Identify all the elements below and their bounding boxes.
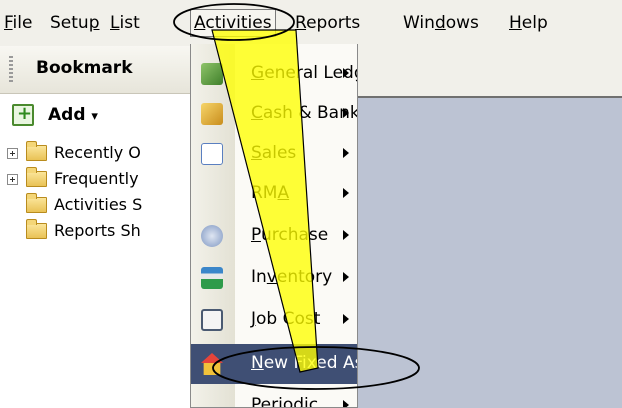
expand-icon[interactable]: [7, 174, 18, 185]
folder-icon: [26, 141, 47, 161]
menu-reports-label: eports: [306, 13, 361, 33]
expand-icon[interactable]: [7, 148, 18, 159]
menu-file-mnemonic: F: [4, 13, 13, 33]
menu-item-inventory[interactable]: Inventory: [191, 258, 357, 298]
menu-file[interactable]: File: [1, 9, 35, 37]
folder-icon: [26, 167, 47, 187]
menu-setup[interactable]: Setup: [47, 9, 103, 37]
menu-item-label: Inventory: [251, 267, 332, 287]
menu-activities-mnemonic: A: [194, 13, 206, 33]
menu-item-periodic[interactable]: Periodic: [191, 386, 357, 408]
activities-dropdown-menu: General Ledger Cash & Bank Sales RMA Pur…: [190, 44, 358, 408]
menu-setup-mnemonic: p: [88, 13, 100, 33]
menu-item-cash-bank[interactable]: Cash & Bank: [191, 94, 357, 134]
submenu-arrow-icon: [343, 188, 349, 198]
inventory-icon: [201, 267, 223, 289]
bookmark-panel: Bookmark Add ▾ Recently O Frequently Act…: [0, 46, 192, 408]
menu-item-text: ob Cost: [256, 309, 321, 329]
chevron-down-icon: ▾: [91, 109, 98, 124]
mnemonic-letter: G: [251, 63, 265, 83]
house-icon: [201, 353, 223, 375]
menu-setup-label: Setu: [50, 13, 89, 33]
menu-windows-mnemonic: d: [434, 13, 446, 33]
menu-reports-mnemonic: R: [295, 13, 307, 33]
mnemonic-letter: A: [277, 183, 290, 203]
submenu-arrow-icon: [343, 108, 349, 118]
workspace-toolbar: [358, 46, 622, 98]
menu-item-text: ew Fixed Asset: [263, 353, 357, 373]
menu-windows[interactable]: Windows: [400, 9, 482, 37]
bookmark-title: Bookmark: [36, 58, 133, 78]
menu-item-text: entory: [276, 267, 333, 287]
sales-icon: [201, 143, 223, 165]
tree-item-activities-shortcuts[interactable]: Activities S: [0, 193, 192, 218]
menu-item-text: RM: [251, 183, 278, 203]
menu-item-label: Purchase: [251, 225, 328, 245]
add-icon: [12, 103, 34, 126]
tree-item-frequently-opened[interactable]: Frequently: [0, 167, 192, 192]
menu-item-label: General Ledger: [251, 63, 357, 83]
folder-icon: [26, 193, 47, 213]
tree-item-label: Recently O: [54, 143, 141, 162]
tree-item-label: Activities S: [54, 195, 143, 214]
menu-item-general-ledger[interactable]: General Ledger: [191, 54, 357, 94]
submenu-arrow-icon: [343, 148, 349, 158]
add-text: Add: [48, 105, 86, 125]
menu-windows-label-end: ows: [445, 13, 479, 33]
tree-item-reports-shortcuts[interactable]: Reports Sh: [0, 219, 192, 244]
ledger-icon: [201, 63, 223, 85]
folder-icon: [26, 219, 47, 239]
panel-grip-handle[interactable]: [9, 56, 13, 84]
add-label: Add ▾: [48, 105, 98, 125]
menu-item-label: Sales: [251, 143, 296, 163]
menu-help-mnemonic: H: [509, 13, 522, 33]
submenu-arrow-icon: [343, 314, 349, 324]
menu-help[interactable]: Help: [506, 9, 551, 37]
menu-item-rma[interactable]: RMA: [191, 174, 357, 214]
menu-item-label: New Fixed Asset: [251, 353, 357, 373]
menu-file-label: ile: [12, 13, 33, 33]
mnemonic-letter: P: [251, 225, 261, 245]
menu-item-text: In: [251, 267, 267, 287]
menu-windows-label-start: Win: [403, 13, 435, 33]
menu-item-label: RMA: [251, 183, 289, 203]
menu-item-new-fixed-asset[interactable]: New Fixed Asset: [191, 344, 357, 384]
menu-activities[interactable]: Activities: [190, 9, 276, 37]
bookmark-header: Bookmark: [0, 46, 192, 94]
menu-item-job-cost[interactable]: Job Cost: [191, 300, 357, 340]
submenu-arrow-icon: [343, 68, 349, 78]
menu-item-text: urchase: [260, 225, 329, 245]
menu-item-label: Cash & Bank: [251, 103, 357, 123]
cash-bank-icon: [201, 103, 223, 125]
menu-item-sales[interactable]: Sales: [191, 134, 357, 174]
tree-item-label: Frequently: [54, 169, 139, 188]
menu-item-purchase[interactable]: Purchase: [191, 216, 357, 256]
tree-item-label: Reports Sh: [54, 221, 141, 240]
mnemonic-letter: v: [266, 267, 277, 287]
menu-bar: File Setup List Activities Reports Windo…: [0, 0, 622, 46]
submenu-arrow-icon: [343, 272, 349, 282]
tree-item-recently-opened[interactable]: Recently O: [0, 141, 192, 166]
workspace-area: [358, 46, 622, 408]
mnemonic-letter: S: [251, 143, 262, 163]
menu-item-label: Job Cost: [251, 309, 320, 329]
mnemonic-letter: N: [251, 353, 264, 373]
menu-activities-label: ctivities: [205, 13, 272, 33]
menu-item-label: Periodic: [251, 395, 319, 408]
menu-list-label: ist: [119, 13, 140, 33]
add-button[interactable]: Add ▾: [0, 98, 192, 134]
mnemonic-letter: C: [251, 103, 263, 123]
submenu-arrow-icon: [343, 230, 349, 240]
purchase-icon: [201, 225, 223, 247]
menu-item-text: ales: [261, 143, 297, 163]
menu-help-label: elp: [521, 13, 548, 33]
menu-list[interactable]: List: [107, 9, 143, 37]
job-cost-icon: [201, 309, 223, 331]
menu-reports[interactable]: Reports: [292, 9, 363, 37]
submenu-arrow-icon: [343, 400, 349, 407]
